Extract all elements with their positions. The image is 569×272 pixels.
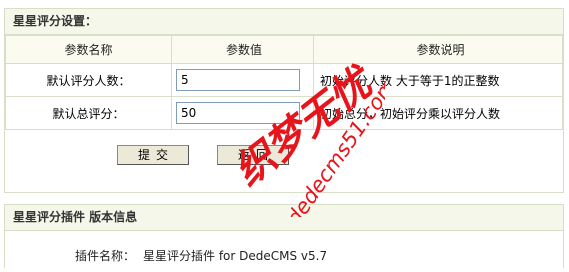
plugin-name-label: 插件名称： [75, 249, 136, 263]
version-panel-title: 星星评分插件 版本信息 [5, 205, 563, 231]
row-param-desc: 初始评分人数 大于等于1的正整数 [313, 63, 563, 97]
row-param-name: 默认评分人数： [5, 63, 172, 97]
settings-panel-title: 星星评分设置： [5, 9, 563, 35]
submit-button[interactable]: 提交 [117, 145, 189, 165]
table-row: 默认评分人数： 初始评分人数 大于等于1的正整数 [5, 63, 563, 97]
actions-row: 提交 返回 [5, 130, 563, 188]
version-panel: 星星评分插件 版本信息 插件名称： 星星评分插件 for DedeCMS v5.7 [4, 204, 564, 268]
header-param-desc: 参数说明 [313, 35, 563, 64]
settings-panel: 星星评分设置： 参数名称 参数值 参数说明 默认评分人数： 初始评分人数 大于等… [4, 8, 564, 193]
row-param-name: 默认总评分： [5, 96, 172, 130]
table-row: 默认总评分： 初始总分，初始评分乘以评分人数 [5, 96, 563, 130]
settings-table-header: 参数名称 参数值 参数说明 [5, 35, 563, 64]
header-param-name: 参数名称 [5, 35, 172, 64]
row-param-value-cell [171, 96, 314, 130]
plugin-info: 插件名称： 星星评分插件 for DedeCMS v5.7 [5, 241, 563, 271]
back-button[interactable]: 返回 [217, 145, 289, 165]
row-param-desc: 初始总分，初始评分乘以评分人数 [313, 96, 563, 130]
plugin-name-value: 星星评分插件 for DedeCMS v5.7 [143, 249, 328, 263]
default-total-score-input[interactable] [176, 102, 300, 124]
default-rater-count-input[interactable] [176, 69, 300, 91]
header-param-value: 参数值 [171, 35, 314, 64]
row-param-value-cell [171, 63, 314, 97]
settings-table: 参数名称 参数值 参数说明 默认评分人数： 初始评分人数 大于等于1的正整数 默… [5, 35, 563, 130]
